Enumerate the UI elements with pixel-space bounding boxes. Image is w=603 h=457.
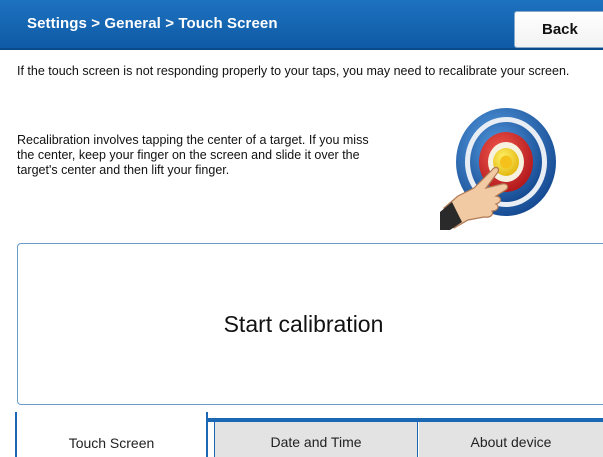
tab-about-device[interactable]: About device bbox=[419, 422, 603, 457]
target-with-finger-icon bbox=[440, 108, 556, 230]
tab-bar: Touch Screen Date and Time About device bbox=[0, 412, 603, 457]
tab-date-and-time[interactable]: Date and Time bbox=[214, 422, 418, 457]
start-calibration-button[interactable]: Start calibration bbox=[17, 243, 603, 405]
recalibration-text: Recalibration involves tapping the cente… bbox=[17, 133, 369, 177]
back-button[interactable]: Back bbox=[514, 11, 603, 48]
intro-text: If the touch screen is not responding pr… bbox=[17, 64, 570, 78]
breadcrumb: Settings > General > Touch Screen bbox=[27, 15, 278, 32]
header-bar: Settings > General > Touch Screen Back bbox=[0, 0, 603, 50]
start-calibration-label: Start calibration bbox=[223, 310, 384, 337]
tab-touch-screen[interactable]: Touch Screen bbox=[15, 412, 208, 457]
